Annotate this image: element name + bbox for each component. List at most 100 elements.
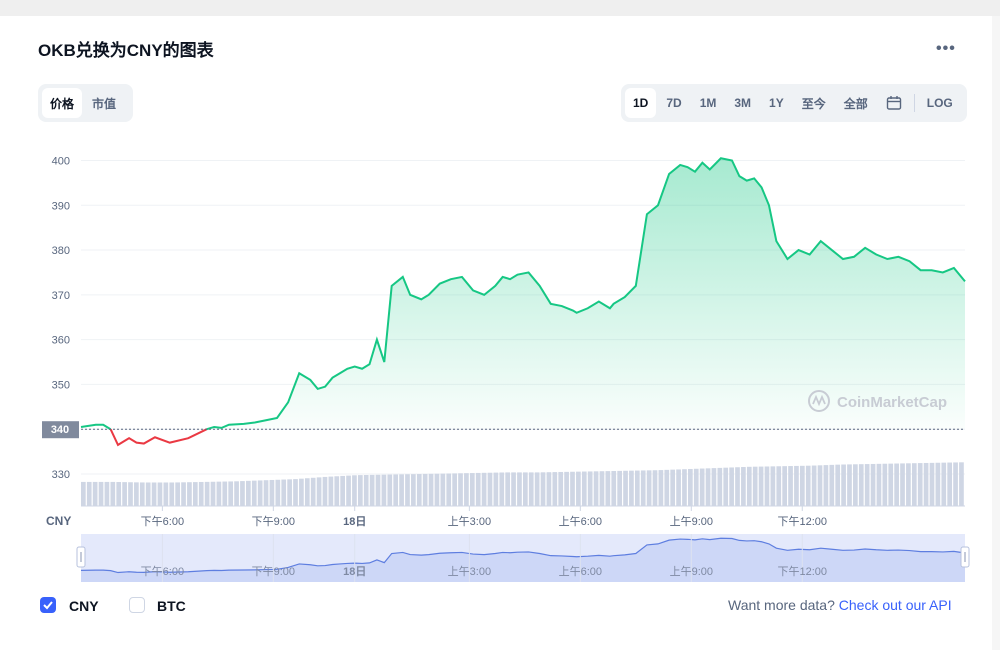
volume-bar [929,462,935,506]
volume-bar [670,469,676,506]
volume-bar [405,474,410,506]
volume-bar [192,482,198,506]
navigator-tick-label: 上午6:00 [559,565,602,578]
volume-bar [375,474,381,506]
volume-bar [240,481,245,506]
volume-bar [894,463,899,506]
volume-bar [664,469,670,506]
navigator-tick-label: 上午3:00 [448,565,491,578]
volume-bar [257,480,263,506]
volume-bar [169,482,175,506]
volume-bar [570,471,575,506]
volume-bar [464,473,469,506]
volume-bar [741,467,746,506]
volume-bar [634,470,640,506]
volume-bar [116,482,122,506]
api-promo-text: Want more data? [728,597,835,613]
volume-bar [540,472,546,506]
reference-label: 340 [51,424,69,436]
price-line-up [80,423,112,431]
navigator-tick-label: 下午6:00 [141,565,184,578]
volume-bar [576,471,581,506]
watermark-label: CoinMarketCap [837,394,947,411]
volume-bar [393,474,399,506]
volume-bar [888,463,894,506]
api-promo: Want more data? Check out our API [728,597,952,613]
volume-bar [617,470,622,506]
price-chart[interactable]: 340 400 390 380 370 360 350 330 CNY 下午6:00 下午9:00… [0,0,1000,650]
volume-bar [422,473,428,506]
y-tick-label: 400 [52,155,70,167]
volume-bar [198,481,204,506]
volume-bar [299,478,304,506]
volume-bar [487,472,493,506]
volume-bar [139,482,145,506]
volume-bar [523,472,528,506]
volume-bar [263,480,269,506]
volume-bar [269,479,275,506]
volume-bar [293,479,298,506]
volume-bar [652,470,658,506]
volume-bar [322,476,328,506]
volume-bar [92,481,98,506]
volume-bar [346,475,351,506]
volume-bar [134,482,139,506]
volume-bar [746,466,752,506]
volume-bar [528,472,534,506]
volume-bar [104,481,110,506]
currency-label: CNY [46,514,71,528]
y-tick-label: 350 [52,379,70,391]
volume-bar [151,482,157,506]
volume-bar [611,470,617,506]
y-tick-label: 370 [52,290,70,302]
volume-bar [387,474,393,506]
volume-bar [829,464,835,506]
volume-bar [693,468,699,506]
volume-bar [316,477,322,506]
volume-bar [187,482,192,506]
volume-bar [175,482,180,506]
volume-bar [110,481,116,506]
volume-bar [782,466,787,506]
legend-checkbox-cny[interactable] [40,597,56,613]
volume-bar [564,471,569,506]
volume-bar [735,467,740,506]
x-tick-label: 下午12:00 [777,515,827,528]
volume-bar [911,463,917,506]
volume-bar [646,470,652,506]
volume-bar [452,473,457,506]
volume-bar [411,474,416,506]
volume-bar [86,481,92,506]
volume-bar [310,477,316,506]
volume-bar [900,463,905,506]
api-link[interactable]: Check out our API [839,597,952,613]
volume-bar [340,475,345,506]
volume-bar [581,471,587,506]
volume-bar [947,462,953,506]
volume-bar [805,465,811,506]
volume-bar [81,481,86,506]
volume-bar [723,467,729,506]
volume-bar [640,470,646,506]
volume-bar [416,474,422,506]
volume-bar [334,476,340,506]
volume-bar [428,473,434,506]
volume-bar [281,479,287,506]
y-tick-label: 390 [52,200,70,212]
volume-bar [835,464,841,506]
volume-bar [811,465,817,506]
volume-bar [369,474,375,506]
price-line-down [109,428,208,447]
volume-bar [558,471,564,506]
volume-bar [717,467,723,506]
volume-bar [363,475,369,506]
volume-bar [841,464,846,506]
volume-bar [251,480,257,506]
volume-bar [870,463,876,506]
legend-checkbox-btc[interactable] [129,597,145,613]
volume-bar [228,481,234,506]
volume-bar [163,482,169,506]
volume-bar [593,471,599,506]
y-tick-label: 330 [52,469,70,481]
volume-bar [275,479,281,506]
